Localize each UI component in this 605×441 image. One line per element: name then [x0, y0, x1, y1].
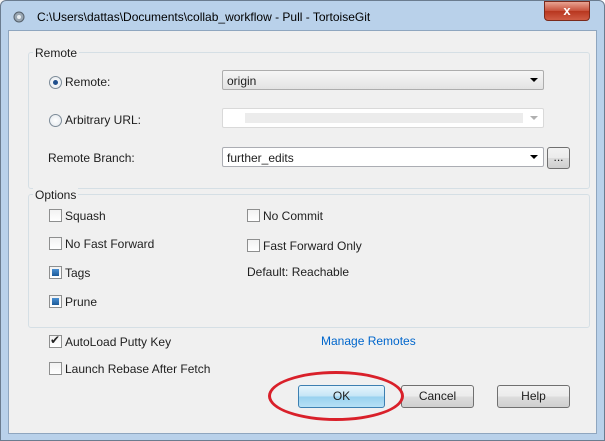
remote-group-legend: Remote: [33, 46, 80, 60]
chevron-down-icon: [530, 78, 538, 82]
browse-branch-button[interactable]: ...: [547, 147, 570, 169]
no-fast-forward-label[interactable]: No Fast Forward: [65, 237, 154, 251]
launch-rebase-label[interactable]: Launch Rebase After Fetch: [65, 362, 210, 376]
close-icon: x: [563, 3, 571, 18]
prune-label[interactable]: Prune: [65, 295, 97, 309]
fast-forward-only-checkbox[interactable]: [247, 239, 260, 252]
remote-branch-label: Remote Branch:: [48, 151, 135, 165]
launch-rebase-checkbox[interactable]: [49, 362, 62, 375]
remote-radio[interactable]: [49, 76, 62, 89]
remote-dropdown-value: origin: [227, 74, 257, 88]
remote-dropdown[interactable]: origin: [222, 70, 544, 90]
annotation-ellipse: [268, 371, 404, 421]
window-title: C:\Users\dattas\Documents\collab_workflo…: [37, 10, 371, 24]
cancel-button-label: Cancel: [418, 389, 457, 403]
no-fast-forward-checkbox[interactable]: [49, 237, 62, 250]
remote-branch-value: further_edits: [227, 151, 294, 165]
no-commit-label[interactable]: No Commit: [263, 209, 323, 223]
disabled-field-fill: [245, 113, 523, 123]
help-button-label: Help: [521, 389, 546, 403]
squash-checkbox[interactable]: [49, 209, 62, 222]
tags-label[interactable]: Tags: [65, 266, 90, 280]
help-button[interactable]: Help: [497, 385, 570, 408]
tortoisegit-app-icon: [13, 11, 25, 23]
arbitrary-url-combo[interactable]: [222, 108, 544, 128]
tags-checkbox[interactable]: [49, 266, 62, 279]
remote-branch-combo[interactable]: further_edits: [222, 147, 544, 167]
autoload-putty-checkbox[interactable]: [49, 333, 62, 348]
fast-forward-only-label[interactable]: Fast Forward Only: [263, 239, 362, 253]
chevron-down-icon: [530, 155, 538, 159]
squash-label[interactable]: Squash: [65, 209, 106, 223]
no-commit-checkbox[interactable]: [247, 209, 260, 222]
title-bar[interactable]: C:\Users\dattas\Documents\collab_workflo…: [1, 1, 603, 31]
manage-remotes-link[interactable]: Manage Remotes: [321, 334, 416, 348]
prune-checkbox[interactable]: [49, 295, 62, 308]
tags-default-text: Default: Reachable: [247, 265, 350, 279]
options-group-legend: Options: [33, 188, 79, 202]
arbitrary-url-radio[interactable]: [49, 114, 62, 127]
remote-radio-label[interactable]: Remote:: [65, 75, 110, 89]
cancel-button[interactable]: Cancel: [401, 385, 474, 408]
close-button[interactable]: x: [544, 1, 590, 21]
browse-button-label: ...: [553, 150, 564, 164]
autoload-putty-label[interactable]: AutoLoad Putty Key: [65, 335, 171, 349]
chevron-down-icon: [530, 116, 538, 120]
arbitrary-url-label[interactable]: Arbitrary URL:: [65, 113, 141, 127]
